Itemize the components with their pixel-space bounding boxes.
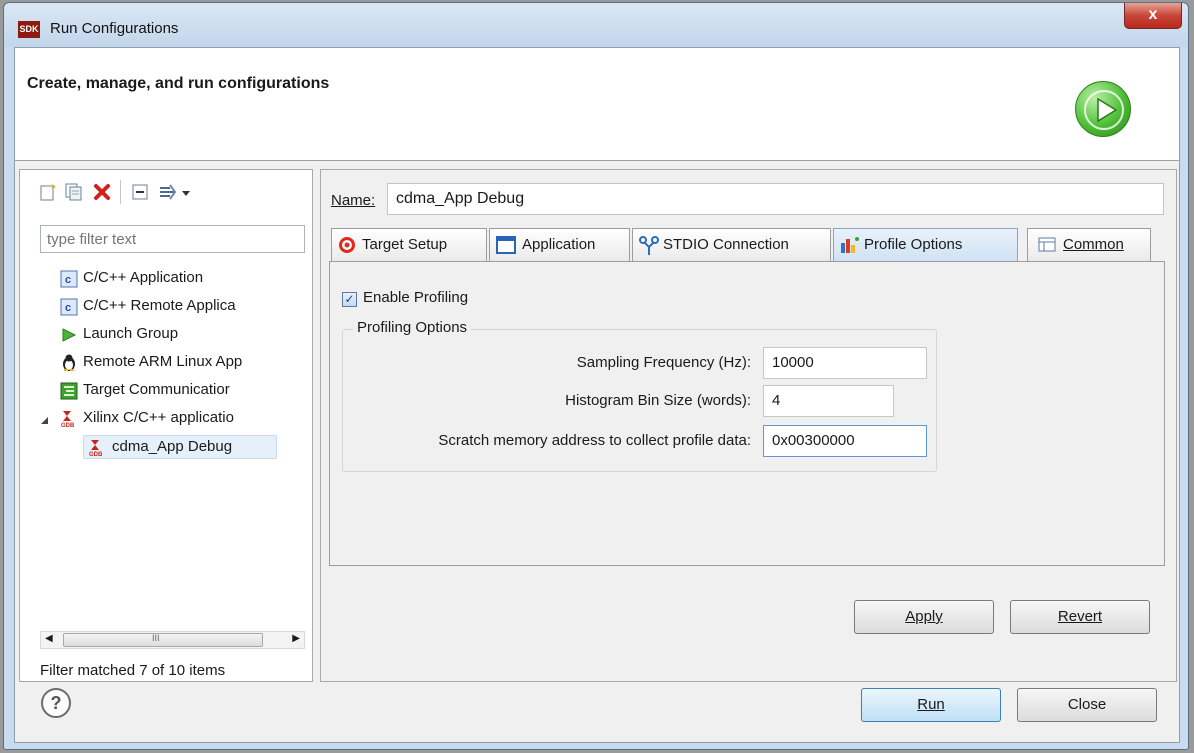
- target-comm-icon: [60, 382, 78, 400]
- configuration-editor-panel: Name: cdma_App Debug Target Setup Applic…: [320, 169, 1177, 682]
- c-file-icon: c: [60, 298, 78, 316]
- tree-item-cdma-app-debug[interactable]: GDB cdma_App Debug: [83, 435, 277, 459]
- group-title: Profiling Options: [353, 319, 472, 336]
- tab-stdio-connection[interactable]: STDIO Connection: [632, 228, 831, 261]
- revert-button[interactable]: Revert: [1010, 600, 1150, 634]
- tab-target-setup[interactable]: Target Setup: [331, 228, 487, 261]
- tree-item-remote-arm-linux[interactable]: Remote ARM Linux App: [20, 351, 310, 375]
- scratch-memory-address-input[interactable]: 0x00300000: [763, 425, 927, 457]
- window-title: Run Configurations: [50, 20, 179, 37]
- apply-button[interactable]: Apply: [854, 600, 994, 634]
- tab-label: Target Setup: [362, 236, 448, 253]
- config-name-input[interactable]: cdma_App Debug: [387, 183, 1164, 215]
- linux-penguin-icon: [60, 354, 78, 372]
- run-button[interactable]: Run: [861, 688, 1001, 722]
- tree-item-label: Launch Group: [83, 325, 179, 342]
- tab-profile-options[interactable]: Profile Options: [833, 228, 1018, 261]
- profile-icon: [840, 236, 859, 254]
- launch-group-icon: [60, 326, 78, 344]
- collapse-all-icon[interactable]: [130, 182, 150, 202]
- stdio-icon: [639, 236, 659, 255]
- tab-label: STDIO Connection: [663, 236, 789, 253]
- sdk-logo-icon: SDK: [18, 21, 40, 38]
- config-toolbar: ✶: [20, 170, 312, 214]
- window-close-button[interactable]: x: [1124, 3, 1182, 29]
- common-icon: [1038, 236, 1056, 254]
- delete-icon[interactable]: [92, 182, 112, 202]
- help-icon[interactable]: ?: [41, 688, 71, 718]
- tree-item-label: C/C++ Application: [83, 269, 204, 286]
- histogram-bin-size-label: Histogram Bin Size (words):: [565, 392, 751, 409]
- toolbar-separator: [120, 180, 121, 204]
- title-bar[interactable]: SDK Run Configurations x: [4, 3, 1188, 47]
- dialog-header-title: Create, manage, and run configurations: [27, 75, 330, 92]
- close-button[interactable]: Close: [1017, 688, 1157, 722]
- svg-text:c: c: [65, 302, 71, 314]
- scrollbar-thumb[interactable]: III: [63, 633, 263, 647]
- expand-triangle-icon[interactable]: [40, 413, 50, 424]
- tab-label: Common: [1063, 236, 1124, 253]
- dropdown-arrow-icon[interactable]: [180, 182, 192, 202]
- horizontal-scrollbar[interactable]: ◀ III ▶: [40, 631, 305, 649]
- scroll-right-arrow-icon[interactable]: ▶: [292, 633, 300, 644]
- application-icon: [496, 236, 516, 254]
- svg-text:GDB: GDB: [61, 423, 75, 428]
- tab-label: Profile Options: [864, 236, 963, 253]
- run-configurations-window: SDK Run Configurations x Create, manage,…: [3, 2, 1189, 750]
- svg-text:GDB: GDB: [89, 452, 103, 457]
- filter-status-text: Filter matched 7 of 10 items: [40, 662, 226, 679]
- tree-item-xilinx-cpp-application[interactable]: GDB Xilinx C/C++ applicatio: [20, 407, 310, 431]
- duplicate-icon[interactable]: [64, 182, 84, 202]
- svg-text:c: c: [65, 274, 71, 286]
- configuration-list-panel: ✶ type filter text c C/C++ Application c…: [19, 169, 313, 682]
- tree-item-label: Xilinx C/C++ applicatio: [83, 409, 234, 426]
- scrollbar-grip: III: [152, 633, 160, 643]
- histogram-bin-size-input[interactable]: 4: [763, 385, 894, 417]
- tab-common[interactable]: Common: [1027, 228, 1151, 261]
- filter-icon[interactable]: [158, 182, 178, 202]
- enable-profiling-label[interactable]: Enable Profiling: [363, 289, 468, 306]
- tree-item-label: Target Communicatior: [83, 381, 230, 398]
- tree-item-label: C/C++ Remote Applica: [83, 297, 236, 314]
- filter-input[interactable]: [40, 225, 305, 253]
- tree-item-target-communication[interactable]: Target Communicatior: [20, 379, 310, 403]
- tab-application[interactable]: Application: [489, 228, 630, 261]
- profiling-options-group: Profiling Options Sampling Frequency (Hz…: [342, 319, 937, 472]
- profile-options-tab-body: ✓ Enable Profiling Profiling Options Sam…: [329, 261, 1165, 566]
- sampling-frequency-input[interactable]: 10000: [763, 347, 927, 379]
- tree-item-cpp-remote-application[interactable]: c C/C++ Remote Applica: [20, 295, 310, 319]
- svg-text:✶: ✶: [50, 183, 57, 192]
- dialog-client-area: Create, manage, and run configurations ✶: [14, 47, 1180, 743]
- tree-item-label: Remote ARM Linux App: [83, 353, 243, 370]
- scratch-memory-address-label: Scratch memory address to collect profil…: [438, 432, 751, 449]
- scroll-left-arrow-icon[interactable]: ◀: [45, 633, 53, 644]
- name-label: Name:: [331, 192, 376, 209]
- tree-item-label: cdma_App Debug: [112, 438, 233, 455]
- sampling-frequency-label: Sampling Frequency (Hz):: [576, 354, 751, 371]
- c-file-icon: c: [60, 270, 78, 288]
- xilinx-gdb-icon: GDB: [60, 410, 78, 429]
- target-icon: [338, 236, 356, 254]
- xilinx-gdb-icon: GDB: [88, 439, 106, 458]
- tree-item-cpp-application[interactable]: c C/C++ Application: [20, 267, 310, 291]
- new-config-icon[interactable]: ✶: [38, 182, 58, 202]
- tab-label: Application: [522, 236, 596, 253]
- enable-profiling-checkbox[interactable]: ✓: [342, 292, 357, 307]
- run-play-icon: [1075, 81, 1131, 137]
- tree-item-launch-group[interactable]: Launch Group: [20, 323, 310, 347]
- dialog-header: Create, manage, and run configurations: [15, 48, 1179, 161]
